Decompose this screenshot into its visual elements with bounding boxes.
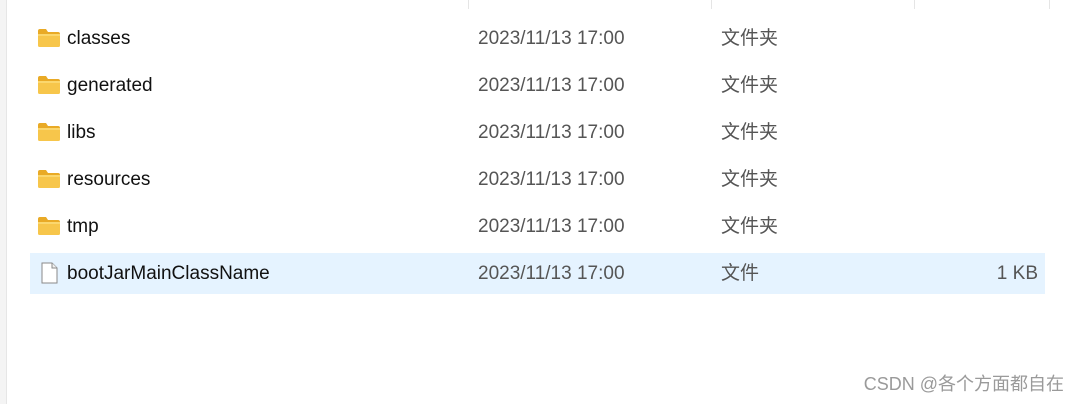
file-list: classes 2023/11/13 17:00 文件夹 generated 2… bbox=[30, 18, 1045, 300]
folder-icon bbox=[38, 123, 60, 141]
column-divider-end[interactable] bbox=[1049, 0, 1050, 9]
file-name: resources bbox=[67, 169, 151, 190]
file-row-generated[interactable]: generated 2023/11/13 17:00 文件夹 bbox=[30, 65, 1045, 106]
file-modified-date: 2023/11/13 17:00 bbox=[478, 75, 625, 96]
file-name: classes bbox=[67, 28, 131, 49]
folder-icon bbox=[38, 217, 60, 235]
column-divider-size[interactable] bbox=[914, 0, 915, 9]
file-type: 文件夹 bbox=[721, 28, 779, 49]
file-name: libs bbox=[67, 122, 96, 143]
file-row-classes[interactable]: classes 2023/11/13 17:00 文件夹 bbox=[30, 18, 1045, 59]
file-type: 文件 bbox=[721, 263, 760, 284]
file-name: tmp bbox=[67, 216, 99, 237]
file-name: bootJarMainClassName bbox=[67, 263, 270, 284]
file-modified-date: 2023/11/13 17:00 bbox=[478, 169, 625, 190]
file-row-tmp[interactable]: tmp 2023/11/13 17:00 文件夹 bbox=[30, 206, 1045, 247]
file-modified-date: 2023/11/13 17:00 bbox=[478, 28, 625, 49]
column-divider-type[interactable] bbox=[711, 0, 712, 9]
file-icon bbox=[41, 262, 58, 284]
file-modified-date: 2023/11/13 17:00 bbox=[478, 216, 625, 237]
file-size: 1 KB bbox=[996, 263, 1038, 284]
file-modified-date: 2023/11/13 17:00 bbox=[478, 122, 625, 143]
file-modified-date: 2023/11/13 17:00 bbox=[478, 263, 625, 284]
file-type: 文件夹 bbox=[721, 169, 779, 190]
file-explorer-window: classes 2023/11/13 17:00 文件夹 generated 2… bbox=[0, 0, 1079, 404]
navigation-pane-edge bbox=[0, 0, 7, 404]
file-row-resources[interactable]: resources 2023/11/13 17:00 文件夹 bbox=[30, 159, 1045, 200]
watermark-text: CSDN @各个方面都自在 bbox=[863, 374, 1064, 394]
file-type: 文件夹 bbox=[721, 216, 779, 237]
column-divider-date[interactable] bbox=[468, 0, 469, 9]
folder-icon bbox=[38, 170, 60, 188]
file-type: 文件夹 bbox=[721, 75, 779, 96]
folder-icon bbox=[38, 76, 60, 94]
file-row-libs[interactable]: libs 2023/11/13 17:00 文件夹 bbox=[30, 112, 1045, 153]
file-type: 文件夹 bbox=[721, 122, 779, 143]
folder-icon bbox=[38, 29, 60, 47]
file-row-bootjarmainclassname[interactable]: bootJarMainClassName 2023/11/13 17:00 文件… bbox=[30, 253, 1045, 294]
file-name: generated bbox=[67, 75, 153, 96]
